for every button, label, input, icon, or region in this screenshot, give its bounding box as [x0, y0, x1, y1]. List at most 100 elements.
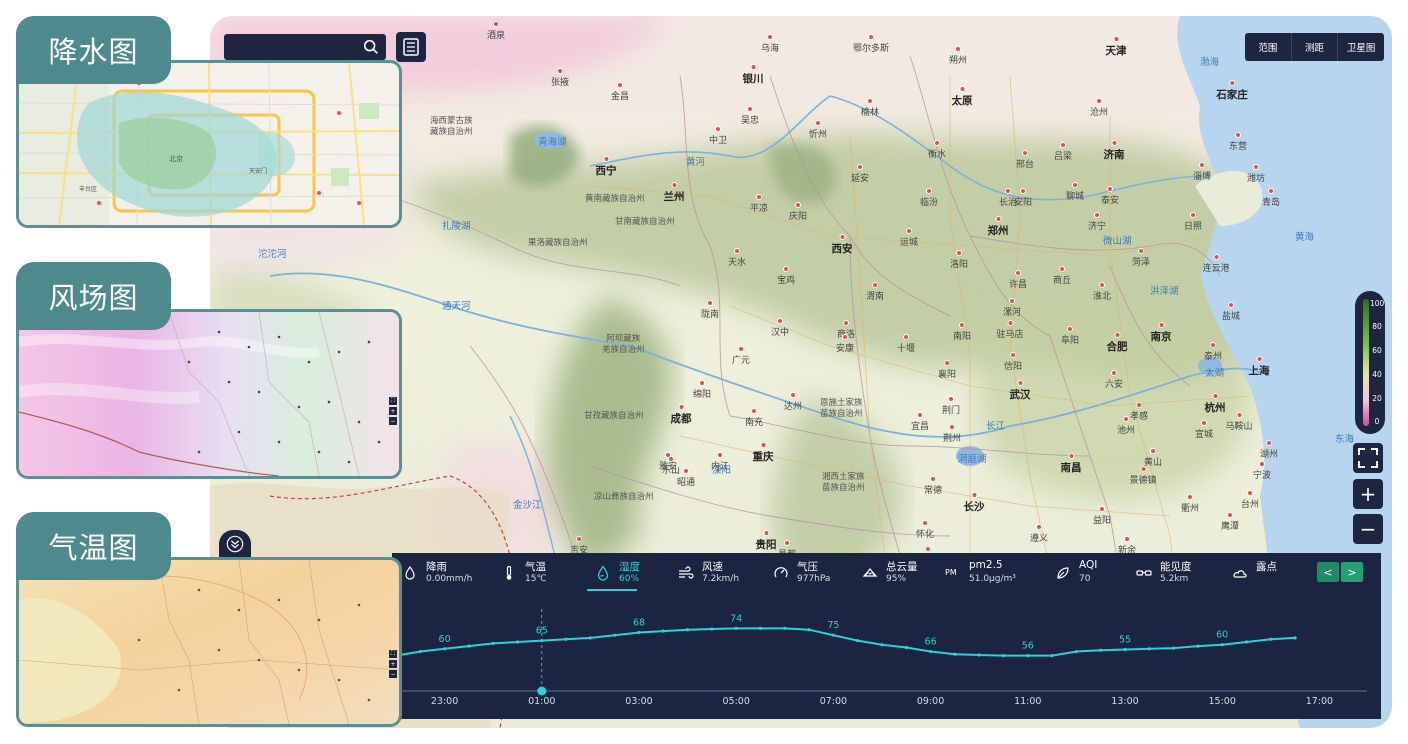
- data-point[interactable]: [637, 630, 641, 635]
- city-marker-major[interactable]: 太原: [952, 86, 973, 108]
- city-marker-major[interactable]: 上海: [1249, 356, 1270, 378]
- timeline-handle[interactable]: [537, 686, 547, 696]
- data-point[interactable]: [1196, 644, 1200, 648]
- city-marker-major[interactable]: 银川: [743, 64, 764, 86]
- data-point[interactable]: [1172, 646, 1176, 650]
- data-point[interactable]: [929, 649, 933, 654]
- data-point[interactable]: [953, 652, 957, 656]
- data-point[interactable]: [1050, 654, 1054, 658]
- fullscreen-button[interactable]: [1353, 443, 1383, 473]
- city-marker[interactable]: 常德: [924, 476, 942, 496]
- city-marker[interactable]: 临汾: [920, 188, 938, 208]
- city-marker[interactable]: 潍坊: [1247, 164, 1265, 184]
- city-marker[interactable]: 漯河: [1003, 298, 1021, 318]
- city-marker[interactable]: 许昌: [1009, 270, 1027, 290]
- data-point[interactable]: [467, 644, 471, 648]
- city-marker[interactable]: 张掖: [551, 68, 569, 88]
- city-marker[interactable]: 荆州: [943, 424, 961, 444]
- city-marker[interactable]: 黄山: [1144, 448, 1162, 468]
- data-point[interactable]: [710, 627, 714, 631]
- zoom-in-button[interactable]: +: [1353, 479, 1383, 509]
- mini-zoom-in-icon[interactable]: +: [389, 407, 397, 415]
- city-marker[interactable]: 宁波: [1253, 461, 1271, 481]
- city-marker[interactable]: 泰州: [1204, 342, 1222, 362]
- city-marker[interactable]: 鄂尔多斯: [853, 34, 889, 54]
- city-marker[interactable]: 宝鸡: [777, 266, 795, 286]
- city-marker-major[interactable]: 长沙: [964, 492, 985, 514]
- search-box[interactable]: [224, 34, 386, 60]
- city-marker[interactable]: 沧州: [1090, 98, 1108, 118]
- data-point[interactable]: [758, 626, 763, 630]
- city-marker[interactable]: 鹰潭: [1221, 512, 1239, 532]
- data-point[interactable]: [1293, 636, 1297, 640]
- mini-fullscreen-icon[interactable]: ⛶: [389, 650, 397, 658]
- city-marker[interactable]: 南充: [745, 408, 763, 428]
- mini-zoom-out-icon[interactable]: −: [389, 670, 397, 678]
- data-point[interactable]: [1123, 647, 1127, 652]
- city-marker[interactable]: 陇南: [701, 300, 719, 320]
- prev-button[interactable]: <: [1317, 562, 1339, 582]
- thumb-title-temperature[interactable]: 气温图: [16, 512, 171, 580]
- city-marker[interactable]: 十堰: [897, 334, 915, 354]
- thumb-title-wind[interactable]: 风场图: [16, 262, 171, 330]
- city-marker[interactable]: 阜阳: [1061, 326, 1079, 346]
- city-marker[interactable]: 渭南: [866, 282, 884, 302]
- city-marker-major[interactable]: 石家庄: [1216, 80, 1248, 102]
- mini-zoom-in-icon[interactable]: +: [389, 660, 397, 668]
- city-marker[interactable]: 庆阳: [789, 202, 807, 222]
- city-marker[interactable]: 金昌: [611, 82, 629, 102]
- city-marker[interactable]: 泰安: [1101, 186, 1119, 206]
- city-marker[interactable]: 榆林: [861, 98, 879, 118]
- data-point[interactable]: [613, 633, 617, 637]
- city-marker[interactable]: 湖州: [1260, 440, 1278, 460]
- city-marker[interactable]: 邢台: [1016, 150, 1034, 170]
- city-marker-major[interactable]: 成都: [671, 404, 692, 426]
- search-icon[interactable]: [362, 38, 380, 56]
- city-marker-major[interactable]: 天津: [1106, 36, 1127, 58]
- city-marker[interactable]: 内江: [711, 452, 729, 472]
- data-point[interactable]: [904, 645, 908, 650]
- city-marker[interactable]: 信阳: [1004, 352, 1022, 372]
- city-marker[interactable]: 昭通: [677, 468, 695, 488]
- city-marker[interactable]: 衡水: [928, 140, 946, 160]
- data-point[interactable]: [491, 641, 495, 645]
- city-marker[interactable]: 中卫: [709, 126, 727, 146]
- city-marker[interactable]: 广元: [732, 346, 750, 366]
- city-marker-major[interactable]: 西安: [832, 234, 853, 256]
- data-point[interactable]: [734, 626, 738, 630]
- mini-fullscreen-icon[interactable]: ⛶: [389, 397, 397, 405]
- city-marker[interactable]: 驻马店: [996, 320, 1024, 340]
- city-marker[interactable]: 安阳: [1014, 188, 1032, 208]
- data-point[interactable]: [1220, 643, 1224, 647]
- tool-satellite[interactable]: 卫星图: [1338, 33, 1384, 61]
- city-marker[interactable]: 朔州: [949, 46, 967, 66]
- thumb-title-precipitation[interactable]: 降水图: [16, 16, 171, 84]
- city-marker[interactable]: 宣城: [1195, 420, 1213, 440]
- city-marker-major[interactable]: 贵阳: [756, 530, 777, 552]
- city-marker[interactable]: 宜昌: [911, 412, 929, 432]
- thumb-temperature[interactable]: ⛶ + −: [16, 557, 402, 727]
- tool-range[interactable]: 范围: [1245, 33, 1292, 61]
- data-point[interactable]: [1244, 640, 1249, 644]
- city-marker[interactable]: 台州: [1241, 490, 1259, 510]
- city-marker[interactable]: 景德镇: [1129, 466, 1157, 486]
- city-marker-major[interactable]: 郑州: [988, 216, 1009, 238]
- city-marker-major[interactable]: 合肥: [1107, 332, 1128, 354]
- zoom-out-button[interactable]: −: [1353, 514, 1383, 544]
- city-marker[interactable]: 绵阳: [693, 380, 711, 400]
- city-marker[interactable]: 商丘: [1053, 266, 1071, 286]
- data-point[interactable]: [588, 636, 592, 640]
- city-marker[interactable]: 菏泽: [1132, 248, 1150, 268]
- city-marker[interactable]: 济宁: [1088, 212, 1106, 232]
- city-marker[interactable]: 延安: [851, 164, 869, 184]
- thumb-precipitation[interactable]: 北京 天安门 丰台区: [16, 60, 402, 228]
- collapse-panel-button[interactable]: [219, 530, 251, 558]
- city-marker[interactable]: 盐城: [1222, 302, 1240, 322]
- city-marker[interactable]: 运城: [900, 228, 918, 248]
- city-marker[interactable]: 吴忠: [741, 106, 759, 126]
- data-point[interactable]: [661, 629, 665, 633]
- city-marker-major[interactable]: 南京: [1151, 322, 1172, 344]
- city-marker[interactable]: 淮北: [1093, 282, 1111, 302]
- city-marker-major[interactable]: 重庆: [753, 442, 774, 464]
- data-point[interactable]: [418, 649, 422, 654]
